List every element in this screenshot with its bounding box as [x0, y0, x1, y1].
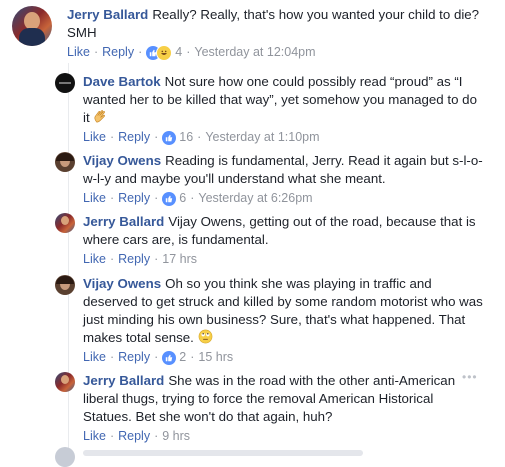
like-button[interactable]: Like	[83, 349, 106, 366]
timestamp[interactable]: Yesterday at 1:10pm	[205, 129, 319, 146]
clapping-hand-icon	[93, 109, 108, 124]
comment-author[interactable]: Dave Bartok	[83, 74, 161, 89]
reply-button[interactable]: Reply	[118, 251, 150, 268]
like-button[interactable]: Like	[83, 251, 106, 268]
reactions-summary[interactable]	[162, 130, 177, 145]
like-button[interactable]: Like	[83, 190, 106, 207]
reply-button[interactable]: Reply	[118, 428, 150, 445]
like-button[interactable]: Like	[83, 129, 106, 146]
comment-author[interactable]: Jerry Ballard	[83, 214, 164, 229]
avatar[interactable]	[12, 6, 52, 46]
timestamp[interactable]: 9 hrs	[162, 428, 190, 445]
reactions-count: 4	[175, 45, 183, 59]
comment-author[interactable]: Jerry Ballard	[83, 373, 164, 388]
avatar[interactable]	[55, 275, 75, 295]
comment-author[interactable]: Jerry Ballard	[67, 7, 148, 22]
comment-jerry-ballard-2: Jerry Ballard Vijay Owens, getting out of…	[55, 213, 485, 268]
like-icon	[162, 191, 177, 206]
comment-jerry-ballard-1: Jerry Ballard Really? Really, that's how …	[12, 6, 492, 61]
next-comment-partial	[55, 447, 75, 467]
haha-icon	[156, 44, 173, 61]
reactions-count: 6	[179, 191, 187, 205]
timestamp[interactable]: 17 hrs	[162, 251, 197, 268]
rolling-eyes-icon	[198, 329, 213, 344]
reactions-summary[interactable]	[162, 350, 177, 365]
more-options-icon[interactable]: •••	[462, 370, 478, 384]
avatar[interactable]	[55, 73, 75, 93]
avatar[interactable]	[55, 213, 75, 233]
comment-dave-bartok: Dave Bartok Not sure how one could possib…	[55, 73, 485, 146]
timestamp[interactable]: Yesterday at 12:04pm	[194, 44, 315, 61]
avatar[interactable]	[55, 152, 75, 172]
comment-author[interactable]: Vijay Owens	[83, 276, 161, 291]
reply-button[interactable]: Reply	[118, 129, 150, 146]
comment-vijay-owens-2: Vijay Owens Oh so you think she was playi…	[55, 275, 485, 366]
reply-button[interactable]: Reply	[102, 44, 134, 61]
reactions-summary[interactable]	[162, 191, 177, 206]
avatar[interactable]	[55, 372, 75, 392]
reactions-count: 2	[179, 350, 187, 364]
like-button[interactable]: Like	[67, 44, 90, 61]
comment-vijay-owens-1: Vijay Owens Reading is fundamental, Jerry…	[55, 152, 485, 207]
like-icon	[162, 130, 177, 145]
reply-button[interactable]: Reply	[118, 190, 150, 207]
like-button[interactable]: Like	[83, 428, 106, 445]
timestamp[interactable]: 15 hrs	[198, 349, 233, 366]
like-icon	[162, 350, 177, 365]
reply-button[interactable]: Reply	[118, 349, 150, 366]
timestamp[interactable]: Yesterday at 6:26pm	[198, 190, 312, 207]
comment-author[interactable]: Vijay Owens	[83, 153, 161, 168]
next-comment-partial-text	[83, 450, 363, 456]
comment-jerry-ballard-3: Jerry Ballard She was in the road with th…	[55, 372, 465, 445]
reactions-summary[interactable]	[146, 44, 173, 61]
reactions-count: 16	[179, 130, 194, 144]
